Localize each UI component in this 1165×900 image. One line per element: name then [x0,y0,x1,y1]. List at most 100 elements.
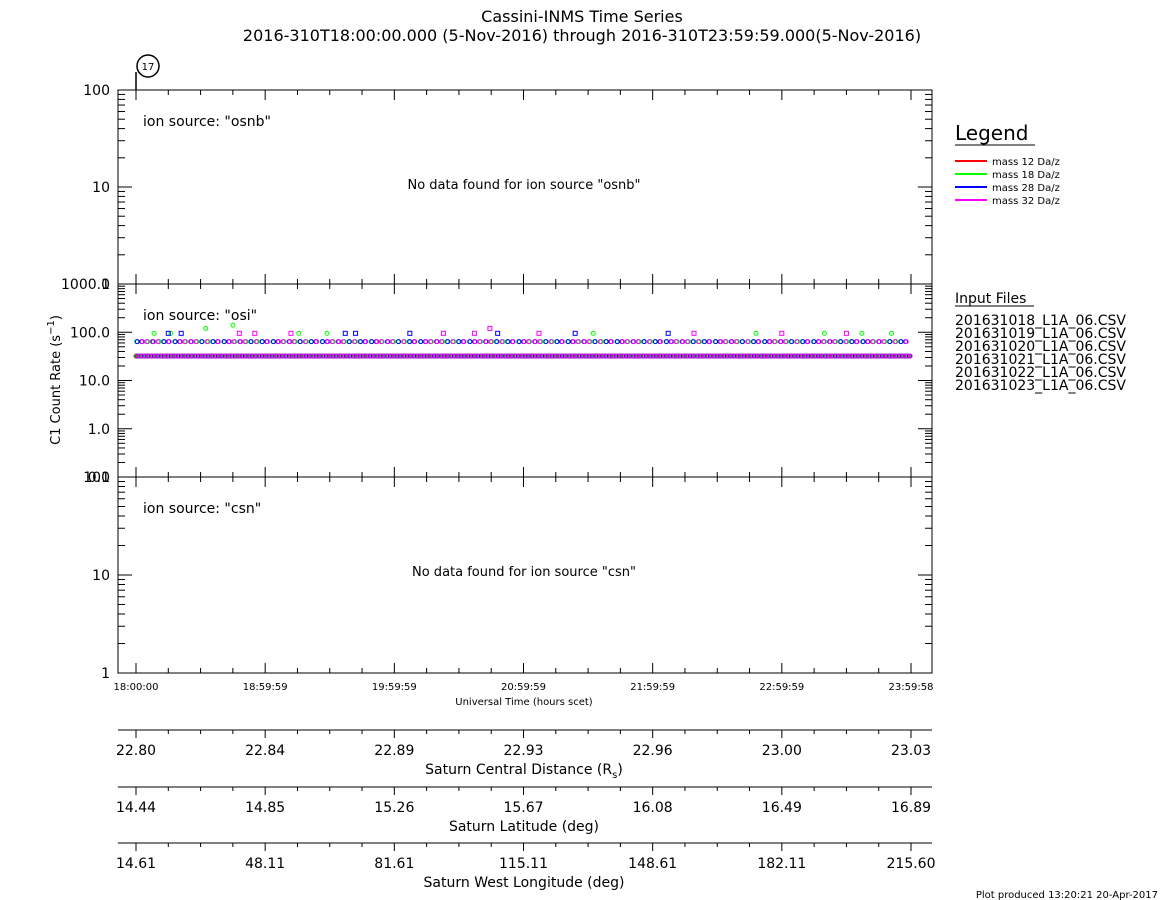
auxiliary-axes: 22.80 22.84 22.89 22.93 22.96 23.00 23.03 Satur… [116,729,936,891]
aux-axis-label-text: Saturn Central Distance (R [425,762,612,778]
x-tick-label: 21:59:59 [630,682,675,693]
aux-tick-label: 22.89 [374,743,414,759]
x-axis-label: Universal Time (hours scet) [455,697,593,708]
y-tick-label: 1 [101,666,110,682]
panel-2: 1 10 100 ion source: "csn" No data found for… [83,470,933,682]
y-tick-label: 10 [92,180,110,196]
aux-tick-label: 22.80 [116,743,156,759]
aux-tick-label: 22.96 [633,743,673,759]
data-point [252,330,258,336]
legend-entries: mass 12 Da/z mass 18 Da/z mass 28 Da/z mass… [955,157,1060,207]
y-tick-label: 10 [92,568,110,584]
legend-label: mass 12 Da/z [992,157,1060,168]
x-tick-label: 20:59:59 [501,682,546,693]
aux-tick-label: 48.11 [245,856,285,872]
no-data-message: No data found for ion source "csn" [412,565,636,580]
no-data-message: No data found for ion source "osnb" [407,178,640,193]
input-file-list: 201631018_L1A_06.CSV201631019_L1A_06.CSV… [955,313,1126,394]
data-point [178,330,184,336]
aux-tick-label: 22.84 [245,743,285,759]
legend-heading: Legend [955,121,1028,145]
y-tick-label: 10.0 [79,374,110,390]
panel-group: 1 10 100 ion source: "osnb" No data found fo… [61,83,933,682]
data-point [859,330,865,336]
y-tick-label: 100 [83,470,110,486]
aux-axis-0: 22.80 22.84 22.89 22.93 22.96 23.00 23.03 Satur… [116,729,932,781]
panel-label: ion source: "osi" [143,308,257,324]
data-point [495,330,501,336]
data-point [353,330,359,336]
data-point [843,330,849,336]
aux-tick-label: 14.44 [116,800,156,816]
aux-tick-label: 215.60 [887,856,936,872]
aux-tick-label: 16.49 [762,800,802,816]
inms-time-series-chart: Cassini-INMS Time Series 2016-310T18:00:… [46,7,1158,900]
chart-title-line1: Cassini-INMS Time Series [481,7,683,26]
data-point [779,330,785,336]
data-point [471,330,477,336]
chart-title-line2: 2016-310T18:00:00.000 (5-Nov-2016) throu… [243,26,921,45]
input-files-heading: Input Files [955,291,1026,307]
legend: Legend mass 12 Da/z mass 18 Da/z mass 28 D… [955,121,1060,207]
data-point [821,330,827,336]
aux-axis-label-text: Saturn West Longitude (deg) [424,875,625,891]
aux-tick-label: 148.61 [628,856,677,872]
y-axis-label-text: C1 Count Rate (s [49,335,64,445]
data-point [296,330,302,336]
data-point [288,330,294,336]
panel-0: 110100ion source: "osnb"No data found fo… [83,83,933,293]
x-tick-label: 18:00:00 [114,682,159,693]
footer-timestamp: Plot produced 13:20:21 20-Apr-2017 [976,890,1158,900]
data-point [753,330,759,336]
y-axis-label: C1 Count Rate (s−1) [46,315,64,445]
legend-entry: mass 18 Da/z [955,170,1060,181]
aux-axis-label-text: Saturn Latitude (deg) [449,819,599,835]
aux-tick-label: 81.61 [374,856,414,872]
data-point [572,330,578,336]
panel-1: 0.11.010.0100.01000.0ion source: "osi" [61,277,933,486]
y-tick-label: 1.0 [88,422,110,438]
aux-axis-label: Saturn Central Distance (Rs) [425,762,623,781]
event-marker: 17 [135,54,160,90]
aux-tick-label: 182.11 [757,856,806,872]
event-marker-label: 17 [142,62,155,73]
y-axis-label-exponent: −1 [46,320,57,335]
y-tick-label: 100 [83,83,110,99]
legend-label: mass 18 Da/z [992,170,1060,181]
data-point [440,330,446,336]
legend-entry: mass 32 Da/z [955,196,1060,207]
aux-tick-label: 14.61 [116,856,156,872]
data-point [324,330,330,336]
data-point [151,330,157,336]
y-tick-label: 100.0 [70,325,110,341]
data-point [487,325,493,331]
data-point [342,330,348,336]
aux-tick-label: 23.03 [891,743,931,759]
aux-axis-label: Saturn Latitude (deg) [449,819,599,835]
data-point [889,330,895,336]
y-tick-label: 1000.0 [61,277,110,293]
aux-tick-label: 16.08 [633,800,673,816]
data-point [665,330,671,336]
legend-entry: mass 12 Da/z [955,157,1060,168]
aux-tick-label: 14.85 [245,800,285,816]
aux-tick-label: 115.11 [499,856,548,872]
x-tick-label: 19:59:59 [372,682,417,693]
aux-tick-label: 22.93 [503,743,543,759]
legend-label: mass 28 Da/z [992,183,1060,194]
input-file-item: 201631023_L1A_06.CSV [955,378,1126,394]
legend-entry: mass 28 Da/z [955,183,1060,194]
aux-tick-label: 16.89 [891,800,931,816]
panel-label: ion source: "csn" [143,501,261,517]
data-point [590,330,596,336]
aux-tick-label: 15.26 [374,800,414,816]
aux-axis-1: 14.44 14.85 15.26 15.67 16.08 16.49 16.89 Satur… [116,786,932,835]
data-point [536,330,542,336]
x-tick-label: 22:59:59 [759,682,804,693]
aux-axis-2: 14.61 48.11 81.61 115.11 148.61 182.11 215.60 S… [116,842,936,891]
aux-tick-label: 23.00 [762,743,802,759]
data-point [203,325,209,331]
data-point [691,330,697,336]
scatter-series-group [133,322,913,359]
data-point [168,330,174,336]
